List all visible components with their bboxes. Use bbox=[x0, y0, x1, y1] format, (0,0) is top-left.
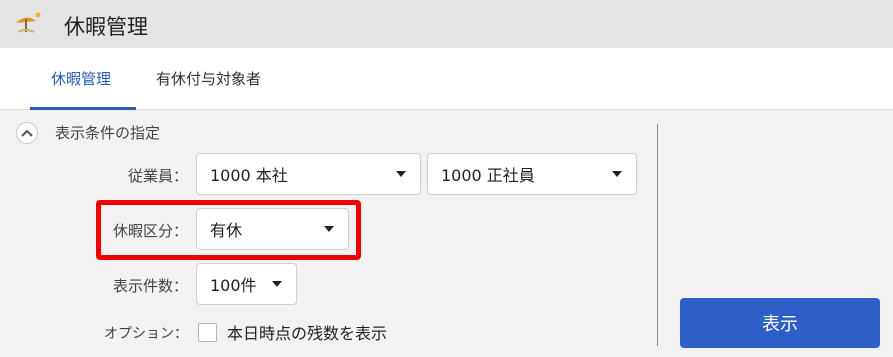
page-size-label: 表示件数： bbox=[112, 277, 188, 295]
filter-panel: 表示条件の指定 従業員： 1000 本社 1000 正社員 休暇区分： 有休 表… bbox=[0, 110, 893, 357]
beach-umbrella-icon bbox=[14, 11, 42, 37]
page-size-select[interactable]: 100件 bbox=[196, 263, 297, 305]
tab-paid-leave-recipients[interactable]: 有休付与対象者 bbox=[156, 68, 261, 89]
dropdown-caret-icon bbox=[396, 171, 406, 177]
employee-type-value: 1000 正社員 bbox=[441, 166, 535, 185]
show-current-balance-label[interactable]: 本日時点の残数を表示 bbox=[227, 320, 387, 344]
collapse-section-button[interactable] bbox=[16, 122, 38, 144]
tab-leave-management[interactable]: 休暇管理 bbox=[51, 68, 111, 89]
employee-label: 従業員： bbox=[127, 167, 188, 185]
employee-office-value: 1000 本社 bbox=[210, 166, 288, 185]
employee-type-select[interactable]: 1000 正社員 bbox=[427, 153, 637, 195]
options-label: オプション： bbox=[104, 326, 188, 342]
app-title: 休暇管理 bbox=[64, 15, 148, 39]
chevron-up-icon bbox=[21, 129, 33, 137]
section-title: 表示条件の指定 bbox=[55, 124, 161, 142]
title-bar: 休暇管理 bbox=[0, 0, 893, 48]
tab-bar: 休暇管理 有休付与対象者 bbox=[0, 48, 893, 110]
show-button[interactable]: 表示 bbox=[680, 298, 880, 348]
vertical-divider bbox=[657, 124, 658, 346]
dropdown-caret-icon bbox=[272, 281, 282, 287]
annotation-highlight-box bbox=[96, 200, 361, 260]
show-current-balance-checkbox[interactable] bbox=[198, 323, 217, 342]
employee-office-select[interactable]: 1000 本社 bbox=[196, 153, 421, 195]
page-size-value: 100件 bbox=[210, 276, 257, 295]
dropdown-caret-icon bbox=[612, 171, 622, 177]
